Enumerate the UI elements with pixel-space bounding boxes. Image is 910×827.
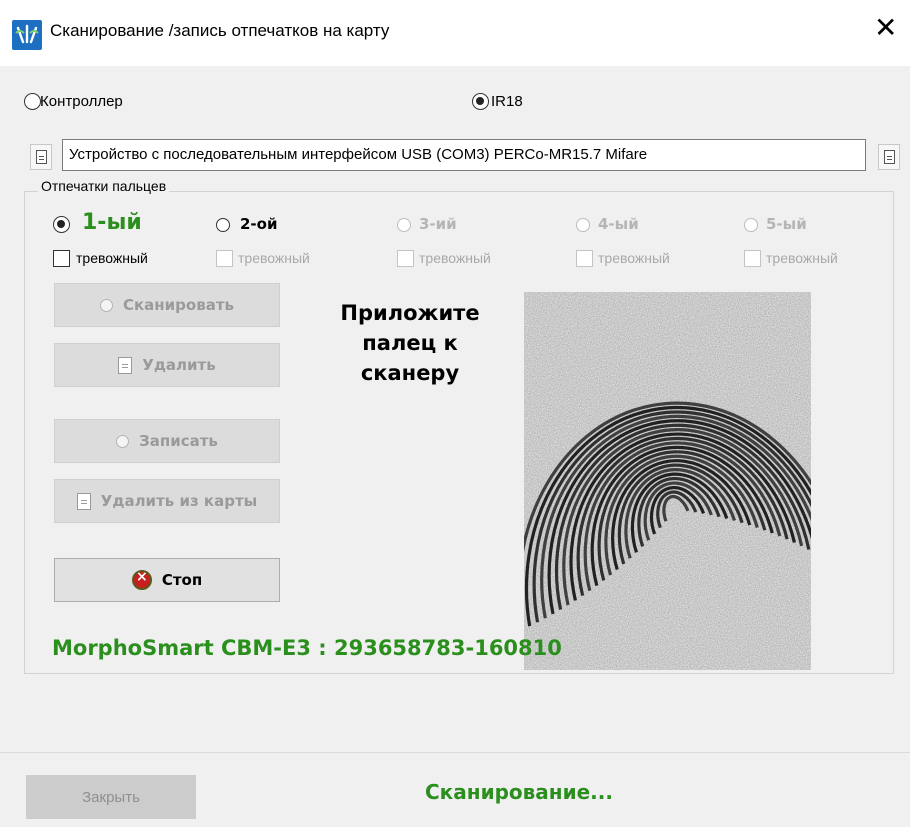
scan-prompt-line-1: Приложите [340,301,480,325]
device-field[interactable]: Устройство с последовательным интерфейсо… [62,139,866,171]
scan-button[interactable]: Сканировать [54,283,280,327]
fingerprint-graphic [524,292,811,670]
delete-button[interactable]: Удалить [54,343,280,387]
close-button[interactable]: Закрыть [26,775,196,819]
radio-dot-icon [116,434,130,448]
finger-1-radio[interactable] [53,216,70,233]
delete-from-card-button-label: Удалить из карты [100,492,258,510]
close-window-button[interactable]: ✕ [874,14,897,42]
alarm-3-checkbox[interactable] [397,250,414,267]
scan-prompt: Приложите палец к сканеру [300,298,520,388]
finger-3-radio[interactable] [397,218,411,232]
stop-button[interactable]: Стоп [54,558,280,602]
controller-label[interactable]: Контроллер [40,93,123,110]
finger-5-radio[interactable] [744,218,758,232]
window-title: Сканирование /запись отпечатков на карту [50,21,390,40]
finger-5-label[interactable]: 5-ый [766,215,807,233]
controller-radio[interactable] [24,93,41,110]
scan-prompt-line-2: палец к [362,331,458,355]
fingerprint-image [524,292,811,670]
finger-1-label[interactable]: 1-ый [82,210,142,235]
fingerprints-group-title: Отпечатки пальцев [38,178,170,194]
scanner-status: MorphoSmart CBM-E3 : 293658783-160810 [52,636,562,660]
delete-button-label: Удалить [142,356,216,374]
delete-from-card-button[interactable]: Удалить из карты [54,479,280,523]
finger-4-label[interactable]: 4-ый [598,215,639,233]
device-left-button[interactable] [30,144,52,170]
alarm-5-checkbox[interactable] [744,250,761,267]
alarm-1-label[interactable]: тревожный [76,250,148,266]
write-button-label: Записать [139,432,218,450]
finger-2-label[interactable]: 2-ой [240,215,277,233]
alarm-5-label[interactable]: тревожный [766,250,838,266]
scan-button-label: Сканировать [122,296,235,314]
app-logo-icon [12,20,42,50]
document-icon [118,356,133,374]
finger-2-radio[interactable] [216,218,230,232]
document-icon [76,492,91,510]
finger-3-label[interactable]: 3-ий [419,215,457,233]
stop-button-label: Стоп [161,571,203,589]
write-button[interactable]: Записать [54,419,280,463]
title-bar: Сканирование /запись отпечатков на карту… [0,0,910,66]
ir18-radio[interactable] [472,93,489,110]
alarm-4-label[interactable]: тревожный [598,250,670,266]
alarm-4-checkbox[interactable] [576,250,593,267]
alarm-3-label[interactable]: тревожный [419,250,491,266]
app-logo-glyph [15,24,39,44]
finger-4-radio[interactable] [576,218,590,232]
alarm-2-label[interactable]: тревожный [238,250,310,266]
alarm-2-checkbox[interactable] [216,250,233,267]
scanning-status: Сканирование... [425,780,613,804]
scan-prompt-line-3: сканеру [360,361,460,385]
footer-divider [0,752,910,753]
alarm-1-checkbox[interactable] [53,250,70,267]
stop-icon [131,569,152,590]
radio-dot-icon [99,298,113,312]
device-right-button[interactable] [878,144,900,170]
ir18-label[interactable]: IR18 [491,93,523,110]
document-icon [884,150,895,164]
document-icon [36,150,47,164]
